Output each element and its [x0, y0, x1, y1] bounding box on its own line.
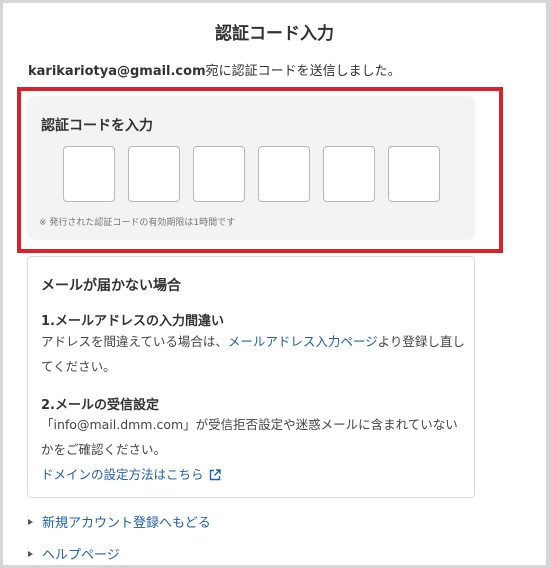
back-to-register-label: 新規アカウント登録へもどる [42, 516, 211, 531]
domain-settings-link[interactable]: ドメインの設定方法はこちら [41, 467, 221, 482]
domain-settings-label: ドメインの設定方法はこちら [41, 467, 204, 482]
help-section-2-text: 「info@mail.dmm.com」が受信拒否設定や迷惑メールに含まれていない… [41, 412, 466, 489]
help-page-link[interactable]: ヘルプページ [28, 544, 120, 563]
sent-message: karikariotya@gmail.com宛に認証コードを送信しました。 [28, 60, 401, 79]
help-title: メールが届かない場合 [41, 278, 181, 294]
sent-suffix: 宛に認証コードを送信しました。 [205, 64, 401, 79]
page-frame: 認証コード入力 karikariotya@gmail.com宛に認証コードを送信… [3, 3, 546, 565]
section-2-text: 「info@mail.dmm.com」が受信拒否設定や迷惑メールに含まれていない… [41, 417, 458, 457]
page-title: 認証コード入力 [215, 24, 334, 44]
email-entry-page-link[interactable]: メールアドレス入力ページ [228, 334, 378, 349]
help-section-1-text: アドレスを間違えている場合は、メールアドレス入力ページより登録し直してください。 [41, 329, 466, 379]
sent-email: karikariotya@gmail.com [28, 64, 206, 79]
section-1-text-before: アドレスを間違えている場合は、 [41, 334, 228, 349]
help-page-label: ヘルプページ [42, 548, 120, 563]
help-panel: メールが届かない場合 1.メールアドレスの入力間違い アドレスを間違えている場合… [27, 256, 475, 498]
help-section-1-heading: 1.メールアドレスの入力間違い [41, 314, 224, 329]
triangle-right-icon [28, 518, 33, 525]
triangle-right-icon [28, 550, 33, 557]
back-to-register-link[interactable]: 新規アカウント登録へもどる [28, 512, 211, 531]
help-section-2-heading: 2.メールの受信設定 [41, 398, 159, 413]
highlight-annotation [17, 87, 503, 253]
external-link-icon [209, 464, 221, 489]
